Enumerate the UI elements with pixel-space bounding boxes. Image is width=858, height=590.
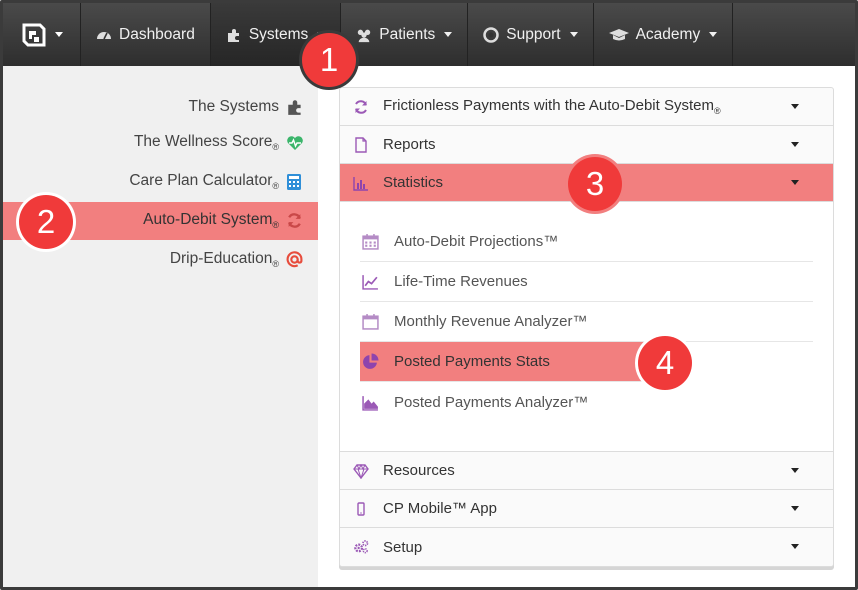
chevron-down-icon bbox=[569, 32, 578, 37]
line-chart-icon bbox=[362, 273, 379, 290]
nav-dashboard-label: Dashboard bbox=[119, 25, 195, 43]
graduation-cap-icon bbox=[608, 27, 629, 43]
refresh-icon bbox=[286, 212, 304, 230]
sidebar-item-wellness-score[interactable]: The Wellness Score® bbox=[134, 124, 304, 162]
chevron-down-icon bbox=[444, 32, 453, 37]
brand-logo-icon bbox=[21, 22, 47, 48]
bar-chart-icon bbox=[353, 175, 369, 191]
sidebar: The Systems The Wellness Score® Care Pla… bbox=[3, 66, 318, 587]
sidebar-item-label: The Systems bbox=[188, 98, 279, 115]
section-label: Statistics bbox=[383, 174, 444, 191]
file-icon bbox=[353, 136, 369, 153]
top-navbar: Dashboard Systems Patients Support Acade… bbox=[3, 3, 855, 66]
nav-systems-label: Systems bbox=[248, 25, 309, 43]
sidebar-item-care-plan-calculator[interactable]: Care Plan Calculator® bbox=[129, 163, 304, 201]
stat-item-label: Posted Payments Stats bbox=[394, 353, 550, 370]
life-ring-icon bbox=[483, 26, 500, 43]
section-resources[interactable]: Resources bbox=[340, 452, 833, 490]
nav-support-label: Support bbox=[506, 25, 561, 43]
caret-down-icon bbox=[791, 468, 799, 473]
users-icon bbox=[356, 27, 372, 43]
sidebar-item-label: Care Plan Calculator® bbox=[129, 172, 279, 192]
stat-item-label: Monthly Revenue Analyzer™ bbox=[394, 313, 588, 330]
main-panel: Frictionless Payments with the Auto-Debi… bbox=[318, 66, 855, 587]
stat-item-life-time-revenues[interactable]: Life-Time Revenues bbox=[360, 262, 813, 302]
nav-academy[interactable]: Academy bbox=[594, 3, 734, 66]
section-label: Resources bbox=[383, 462, 455, 479]
cogs-icon bbox=[353, 539, 369, 555]
section-label: Reports bbox=[383, 136, 436, 153]
area-chart-icon bbox=[362, 394, 379, 411]
calendar-icon bbox=[362, 233, 379, 250]
nav-academy-label: Academy bbox=[635, 25, 701, 43]
puzzle-icon bbox=[286, 98, 304, 116]
step-badge-3: 3 bbox=[568, 157, 622, 211]
step-badge-4: 4 bbox=[638, 336, 692, 390]
stat-item-label: Posted Payments Analyzer™ bbox=[394, 393, 589, 411]
nav-support[interactable]: Support bbox=[468, 3, 594, 66]
caret-down-icon bbox=[791, 104, 799, 109]
dashboard-icon bbox=[96, 27, 112, 43]
stat-item-monthly-revenue-analyzer[interactable]: Monthly Revenue Analyzer™ bbox=[360, 302, 813, 342]
section-label: Setup bbox=[383, 538, 423, 556]
caret-down-icon bbox=[791, 180, 799, 185]
calculator-icon bbox=[286, 173, 304, 191]
stat-item-auto-debit-projections[interactable]: Auto-Debit Projections™ bbox=[360, 222, 813, 262]
nav-dashboard[interactable]: Dashboard bbox=[81, 3, 211, 66]
diamond-icon bbox=[353, 463, 369, 479]
step-badge-2: 2 bbox=[19, 195, 73, 249]
at-icon bbox=[286, 251, 304, 269]
stat-item-posted-payments-stats[interactable]: Posted Payments Stats bbox=[360, 342, 662, 382]
sidebar-item-the-systems[interactable]: The Systems bbox=[189, 88, 304, 126]
app-window: Dashboard Systems Patients Support Acade… bbox=[0, 0, 858, 590]
refresh-icon bbox=[353, 99, 369, 115]
section-cp-mobile-app[interactable]: CP Mobile™ App bbox=[340, 490, 833, 528]
caret-down-icon bbox=[791, 544, 799, 549]
puzzle-icon bbox=[226, 27, 242, 43]
caret-down-icon bbox=[791, 506, 799, 511]
nav-patients-label: Patients bbox=[379, 25, 436, 43]
heartbeat-icon bbox=[286, 134, 304, 152]
section-label: CP Mobile™ App bbox=[383, 500, 497, 517]
chevron-down-icon bbox=[709, 32, 718, 37]
section-frictionless-payments[interactable]: Frictionless Payments with the Auto-Debi… bbox=[340, 88, 833, 126]
brand-menu[interactable] bbox=[3, 3, 81, 66]
caret-down-icon bbox=[791, 142, 799, 147]
sidebar-item-label: Auto-Debit System® bbox=[143, 211, 279, 231]
step-badge-1: 1 bbox=[302, 33, 356, 87]
mobile-icon bbox=[353, 501, 369, 517]
sidebar-item-drip-education[interactable]: Drip-Education® bbox=[170, 241, 304, 279]
nav-patients[interactable]: Patients bbox=[341, 3, 469, 66]
section-setup[interactable]: Setup bbox=[340, 528, 833, 566]
sidebar-item-label: The Wellness Score® bbox=[133, 133, 279, 153]
section-label: Frictionless Payments with the Auto-Debi… bbox=[383, 97, 721, 116]
stat-item-label: Life-Time Revenues bbox=[394, 273, 528, 290]
stat-item-posted-payments-analyzer[interactable]: Posted Payments Analyzer™ bbox=[360, 382, 813, 422]
chevron-down-icon bbox=[54, 32, 63, 37]
sidebar-item-label: Drip-Education® bbox=[169, 250, 279, 270]
calendar-blank-icon bbox=[362, 313, 379, 330]
statistics-panel: Auto-Debit Projections™ Life-Time Revenu… bbox=[340, 202, 833, 452]
stat-item-label: Auto-Debit Projections™ bbox=[394, 233, 559, 250]
pie-chart-icon bbox=[362, 353, 379, 370]
